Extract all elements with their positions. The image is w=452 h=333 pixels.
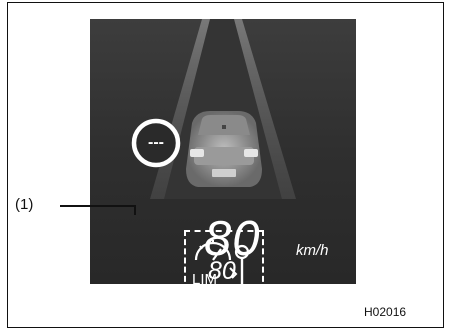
figure-code: H02016 [364, 305, 407, 319]
set-speed: 80 [208, 257, 236, 284]
speed-limit-sign-text: --- [148, 134, 164, 151]
head-up-display: --- LIM 80 80 km/h [90, 19, 356, 284]
speed-unit: km/h [296, 242, 329, 259]
callout-line [60, 205, 136, 207]
vehicle-ahead [186, 111, 262, 187]
callout-label: (1) [15, 196, 34, 213]
callout-leader [134, 205, 136, 215]
speed-limit-sign: --- [131, 118, 181, 168]
